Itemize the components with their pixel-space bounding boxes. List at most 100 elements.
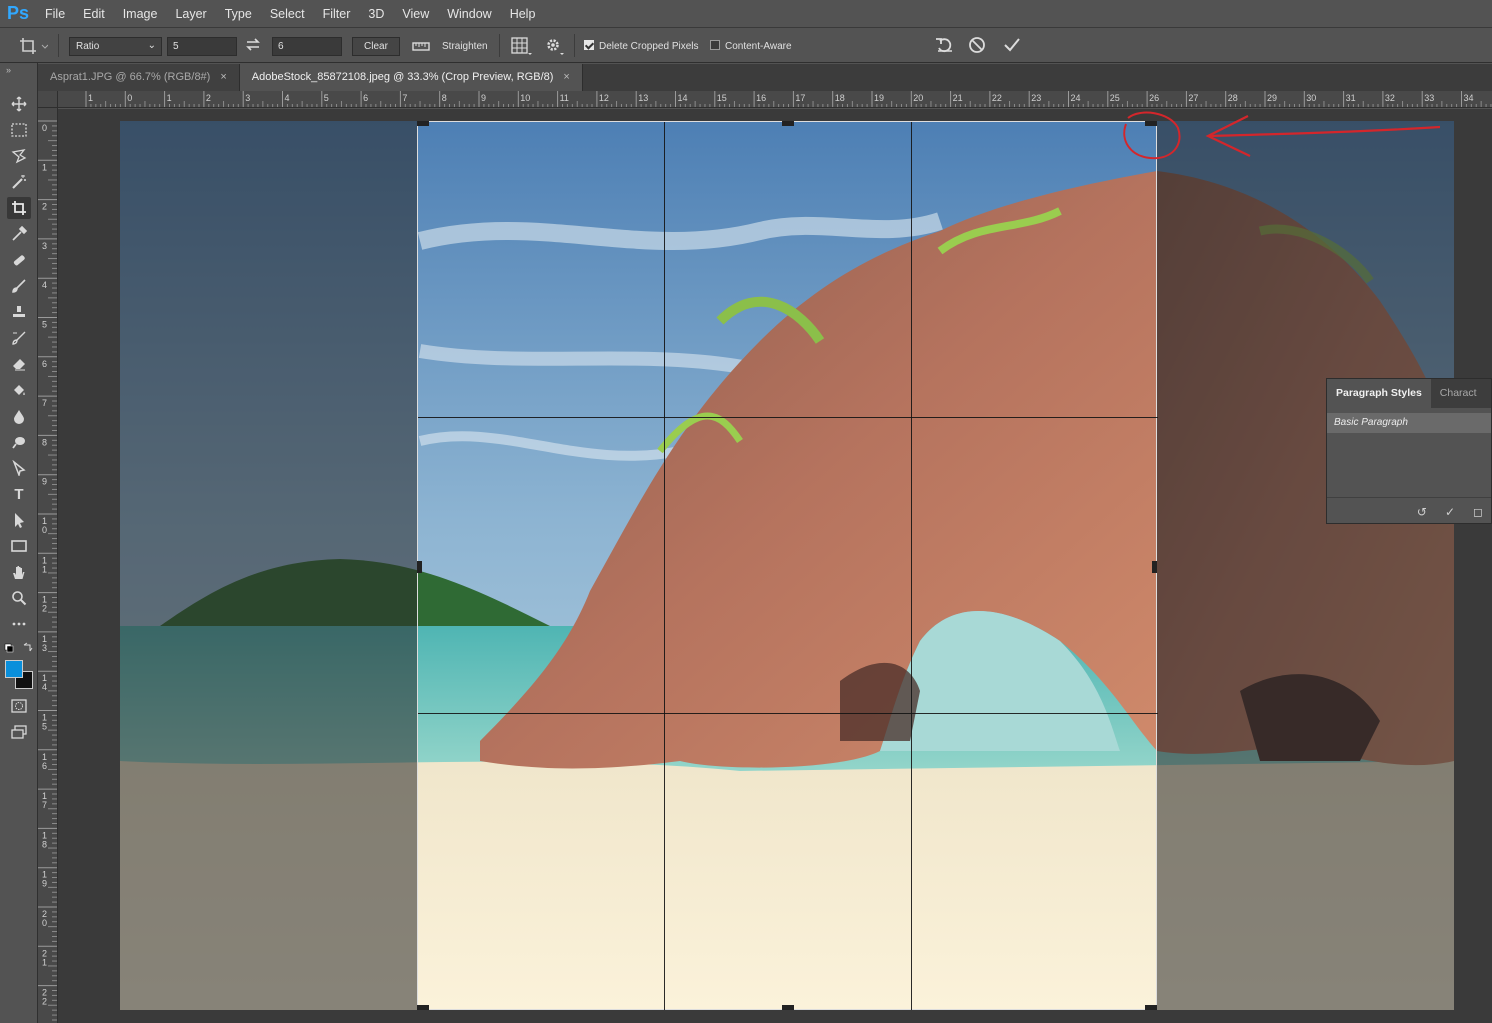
canvas-area[interactable] (58, 109, 1492, 1023)
crop-box[interactable] (417, 121, 1158, 1010)
rectangle-tool-icon[interactable] (7, 535, 31, 557)
brush-tool-icon[interactable] (7, 275, 31, 297)
zoom-tool-icon[interactable] (7, 587, 31, 609)
tab-asprat1[interactable]: Asprat1.JPG @ 66.7% (RGB/8#) × (38, 64, 240, 91)
healing-brush-tool-icon[interactable] (7, 249, 31, 271)
gear-icon[interactable] (544, 36, 566, 55)
menu-filter[interactable]: Filter (314, 0, 360, 28)
menu-image[interactable]: Image (114, 0, 167, 28)
ruler-label: 14 (678, 93, 688, 103)
ruler-label: 5 (42, 320, 47, 330)
marquee-tool-icon[interactable] (7, 119, 31, 141)
ruler-label: 7 (42, 398, 47, 408)
tab-paragraph-styles[interactable]: Paragraph Styles (1327, 379, 1431, 408)
lasso-tool-icon[interactable] (7, 145, 31, 167)
crop-handle-right[interactable] (1152, 561, 1157, 573)
stamp-tool-icon[interactable] (7, 301, 31, 323)
pen-tool-icon[interactable] (7, 457, 31, 479)
close-icon[interactable]: × (220, 71, 226, 83)
close-icon[interactable]: × (563, 71, 569, 83)
ruler-label: 3 (245, 93, 250, 103)
clear-button[interactable]: Clear (352, 37, 400, 56)
default-swap-colors-icon[interactable] (4, 642, 34, 654)
vertical-ruler[interactable]: 012345678910111213141516171819202122 (38, 108, 58, 1023)
more-tools-icon[interactable] (7, 613, 31, 635)
crop-handle-left[interactable] (417, 561, 422, 573)
crop-handle-bottom-right[interactable] (1145, 1005, 1157, 1010)
commit-check-icon[interactable] (1002, 35, 1022, 54)
cancel-icon[interactable] (967, 35, 987, 54)
ratio-select[interactable]: Ratio ⌄ (69, 37, 162, 56)
menu-layer[interactable]: Layer (166, 0, 215, 28)
content-aware-label: Content-Aware (725, 41, 792, 52)
ruler-label: 7 (402, 93, 407, 103)
overlay-grid-icon[interactable] (510, 36, 532, 55)
crop-handle-top-left[interactable] (417, 121, 429, 126)
straighten-icon[interactable] (411, 37, 431, 56)
ruler-ticks: 012345678910111213141516171819202122 (38, 120, 57, 1021)
ratio-height-input[interactable]: 6 (272, 37, 342, 56)
eyedropper-tool-icon[interactable] (7, 223, 31, 245)
menu-edit[interactable]: Edit (74, 0, 114, 28)
menu-help[interactable]: Help (501, 0, 545, 28)
reset-icon[interactable] (934, 35, 956, 54)
ruler-label: 2 (42, 997, 47, 1007)
tab-adobestock[interactable]: AdobeStock_85872108.jpeg @ 33.3% (Crop P… (239, 64, 583, 91)
eraser-tool-icon[interactable] (7, 353, 31, 375)
ruler-label: 0 (127, 93, 132, 103)
ruler-label: 9 (481, 93, 486, 103)
crop-handle-top-right[interactable] (1145, 121, 1157, 126)
crop-handle-top[interactable] (782, 121, 794, 126)
options-bar: Ratio ⌄ 5 6 Clear Straighten Delete Crop… (0, 28, 1492, 63)
crop-preset-icon[interactable] (18, 35, 49, 57)
menu-view[interactable]: View (393, 0, 438, 28)
hand-tool-icon[interactable] (7, 561, 31, 583)
tools-panel: » T (0, 63, 38, 1023)
paint-bucket-tool-icon[interactable] (7, 379, 31, 401)
path-selection-tool-icon[interactable] (7, 509, 31, 531)
crop-handle-bottom-left[interactable] (417, 1005, 429, 1010)
straighten-label[interactable]: Straighten (442, 37, 488, 56)
grid-line (418, 713, 1158, 714)
horizontal-ruler[interactable]: 1 0 1 2 3 4 5 6 7 8 9 10 11 12 13 14 15 16 17 18 19 20 21 22 23 2… (58, 91, 1492, 108)
ruler-origin[interactable] (38, 91, 58, 108)
menu-file[interactable]: File (36, 0, 74, 28)
menu-select[interactable]: Select (261, 0, 314, 28)
tab-character-styles[interactable]: Charact (1431, 379, 1486, 408)
swap-icon[interactable] (245, 36, 263, 55)
style-basic-paragraph[interactable]: Basic Paragraph (1327, 413, 1491, 433)
new-style-icon[interactable]: ◻ (1473, 505, 1483, 519)
crop-handle-bottom[interactable] (782, 1005, 794, 1010)
menu-type[interactable]: Type (216, 0, 261, 28)
ruler-label: 12 (599, 93, 609, 103)
ruler-label: 27 (1188, 93, 1198, 103)
ratio-width-input[interactable]: 5 (167, 37, 237, 56)
clear-override-icon[interactable]: ↺ (1417, 505, 1427, 519)
ruler-label: 0 (42, 525, 47, 535)
ruler-label: 10 (520, 93, 530, 103)
dodge-tool-icon[interactable] (7, 431, 31, 453)
collapse-icon[interactable]: » (6, 65, 11, 75)
blur-tool-icon[interactable] (7, 405, 31, 427)
document-image[interactable] (120, 121, 1454, 1010)
commit-check-icon[interactable]: ✓ (1445, 505, 1455, 519)
quick-mask-icon[interactable] (7, 695, 31, 717)
menu-3d[interactable]: 3D (359, 0, 393, 28)
ruler-label: 6 (42, 359, 47, 369)
ruler-label: 13 (638, 93, 648, 103)
crop-tool-icon[interactable] (7, 197, 31, 219)
history-brush-tool-icon[interactable] (7, 327, 31, 349)
ruler-label: 29 (1267, 93, 1277, 103)
move-tool-icon[interactable] (7, 93, 31, 115)
type-tool-icon[interactable]: T (7, 483, 31, 505)
magic-wand-tool-icon[interactable] (7, 171, 31, 193)
ruler-label: 8 (42, 839, 47, 849)
screen-mode-icon[interactable] (7, 721, 31, 743)
delete-cropped-checkbox[interactable]: Delete Cropped Pixels (584, 37, 699, 56)
content-aware-checkbox[interactable]: Content-Aware (710, 37, 792, 56)
foreground-color-swatch[interactable] (5, 660, 23, 678)
ruler-label: 33 (1424, 93, 1434, 103)
menu-window[interactable]: Window (438, 0, 500, 28)
ruler-label: 4 (285, 93, 290, 103)
ruler-label: 31 (1346, 93, 1356, 103)
